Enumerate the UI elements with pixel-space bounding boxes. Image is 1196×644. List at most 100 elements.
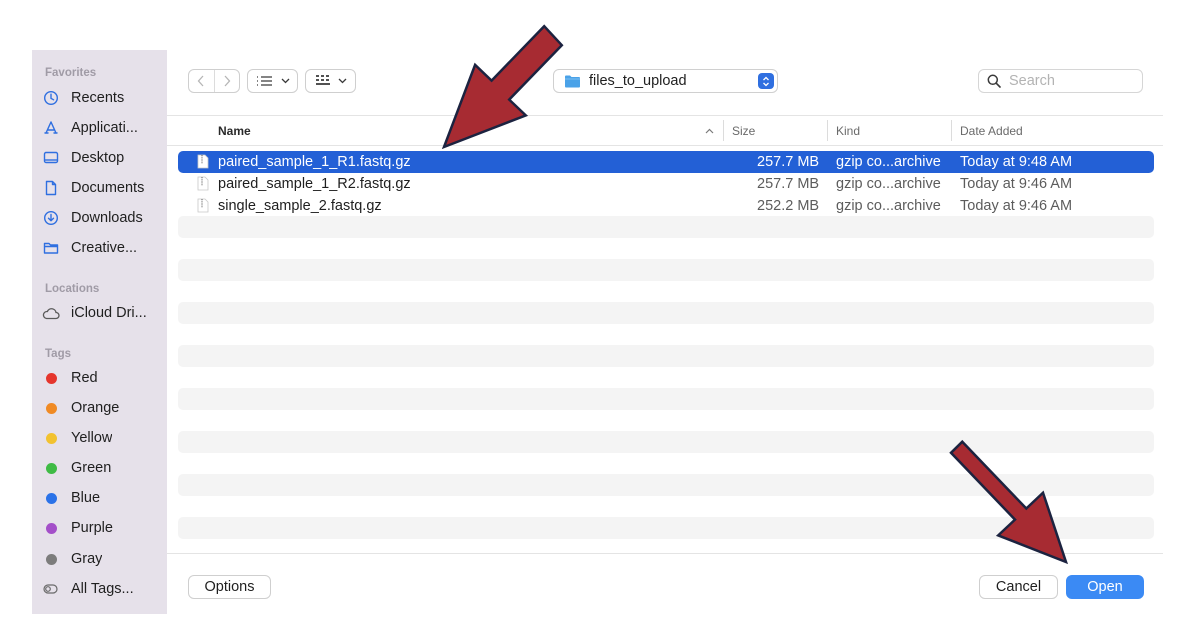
tag-dot: [45, 522, 57, 534]
column-kind[interactable]: Kind: [836, 124, 860, 138]
current-folder-name: files_to_upload: [589, 73, 687, 89]
sidebar-item-label: Recents: [71, 90, 125, 106]
sidebar-item-documents[interactable]: Documents: [40, 175, 164, 201]
empty-row: [178, 216, 1154, 238]
cancel-button[interactable]: Cancel: [979, 575, 1058, 599]
sidebar-item-label: Desktop: [71, 150, 125, 166]
tag-dot: [45, 553, 57, 565]
tag-label: Yellow: [71, 430, 113, 446]
file-row[interactable]: paired_sample_1_R2.fastq.gz 257.7 MB gzi…: [178, 173, 1154, 195]
tag-label: Orange: [71, 400, 120, 416]
tag-dot: [45, 372, 57, 384]
archive-file-icon: [197, 176, 209, 191]
sort-chevron-up-icon: [705, 128, 714, 134]
search-icon: [987, 74, 1001, 88]
tag-purple[interactable]: Purple: [40, 515, 164, 541]
tag-red[interactable]: Red: [40, 365, 164, 391]
cloud-icon: [40, 306, 62, 320]
empty-row: [178, 259, 1154, 281]
open-button[interactable]: Open: [1066, 575, 1144, 599]
tag-label: Red: [71, 370, 98, 386]
back-forward-control: [188, 69, 240, 93]
tag-yellow[interactable]: Yellow: [40, 425, 164, 451]
tag-gray[interactable]: Gray: [40, 546, 164, 572]
search-field[interactable]: Search: [978, 69, 1143, 93]
archive-file-icon: [197, 154, 209, 169]
empty-row: [178, 302, 1154, 324]
tag-blue[interactable]: Blue: [40, 485, 164, 511]
popup-stepper-icon: [758, 73, 774, 89]
file-size: 252.2 MB: [757, 198, 820, 214]
search-placeholder: Search: [1009, 73, 1055, 89]
all-tags-icon: [40, 583, 62, 595]
file-kind: gzip co...archive: [836, 154, 941, 170]
chevron-right-icon: [224, 75, 231, 87]
sidebar-item-icloud[interactable]: iCloud Dri...: [40, 300, 164, 326]
sidebar-item-desktop[interactable]: Desktop: [40, 145, 164, 171]
chevron-left-icon: [197, 75, 204, 87]
column-name[interactable]: Name: [218, 124, 251, 138]
locations-heading: Locations: [45, 283, 100, 295]
folder-icon: [40, 240, 62, 256]
folder-location-popup[interactable]: files_to_upload: [553, 69, 778, 93]
tag-label: Purple: [71, 520, 113, 536]
file-name: paired_sample_1_R1.fastq.gz: [218, 154, 411, 170]
file-row-selected[interactable]: paired_sample_1_R1.fastq.gz 257.7 MB gzi…: [178, 151, 1154, 173]
empty-row: [178, 474, 1154, 496]
file-name: paired_sample_1_R2.fastq.gz: [218, 176, 411, 192]
tag-dot: [45, 492, 57, 504]
sidebar-item-label: Creative...: [71, 240, 138, 256]
chevron-down-icon: [338, 78, 346, 84]
column-size[interactable]: Size: [732, 124, 755, 138]
tags-heading: Tags: [45, 348, 71, 360]
tag-label: All Tags...: [71, 581, 134, 597]
sidebar-item-creative[interactable]: Creative...: [40, 235, 164, 261]
tag-label: Gray: [71, 551, 103, 567]
tag-dot: [45, 432, 57, 444]
grid-view-icon: [315, 75, 330, 85]
empty-row: [178, 431, 1154, 453]
file-name: single_sample_2.fastq.gz: [218, 198, 382, 214]
file-size: 257.7 MB: [757, 154, 820, 170]
sidebar-item-recents[interactable]: Recents: [40, 85, 164, 111]
list-view-button[interactable]: [247, 69, 298, 93]
column-header: Name Size Kind Date Added: [167, 115, 1163, 146]
chevron-down-icon: [281, 78, 289, 84]
sidebar-item-downloads[interactable]: Downloads: [40, 205, 164, 231]
empty-row: [178, 388, 1154, 410]
file-row[interactable]: single_sample_2.fastq.gz 252.2 MB gzip c…: [178, 195, 1154, 217]
back-button[interactable]: [189, 70, 215, 92]
favorites-heading: Favorites: [45, 67, 97, 79]
download-icon: [40, 210, 62, 226]
sidebar-item-all-tags[interactable]: All Tags...: [40, 576, 164, 602]
arrow-to-open-button-icon: [949, 439, 1069, 565]
sidebar-item-applications[interactable]: Applicati...: [40, 115, 164, 141]
sidebar: Favorites Recents Applicati... Desktop D…: [32, 50, 167, 614]
options-button[interactable]: Options: [188, 575, 271, 599]
forward-button[interactable]: [215, 70, 240, 92]
tag-label: Green: [71, 460, 112, 476]
file-date-added: Today at 9:48 AM: [960, 154, 1073, 170]
tag-dot: [45, 402, 57, 414]
empty-row: [178, 345, 1154, 367]
empty-row: [178, 517, 1154, 539]
list-view-icon: [256, 76, 272, 86]
sidebar-item-label: Documents: [71, 180, 145, 196]
tag-green[interactable]: Green: [40, 455, 164, 481]
footer-divider: [167, 553, 1163, 554]
desktop-icon: [40, 150, 62, 166]
archive-file-icon: [197, 198, 209, 213]
tag-orange[interactable]: Orange: [40, 395, 164, 421]
sidebar-item-label: Applicati...: [71, 120, 138, 136]
file-date-added: Today at 9:46 AM: [960, 198, 1073, 214]
file-kind: gzip co...archive: [836, 176, 941, 192]
group-view-button[interactable]: [305, 69, 356, 93]
folder-icon: [565, 75, 580, 88]
sidebar-item-label: iCloud Dri...: [71, 305, 147, 321]
document-icon: [40, 180, 62, 196]
clock-icon: [40, 90, 62, 106]
file-kind: gzip co...archive: [836, 198, 941, 214]
tag-label: Blue: [71, 490, 101, 506]
column-date-added[interactable]: Date Added: [960, 124, 1023, 138]
file-date-added: Today at 9:46 AM: [960, 176, 1073, 192]
